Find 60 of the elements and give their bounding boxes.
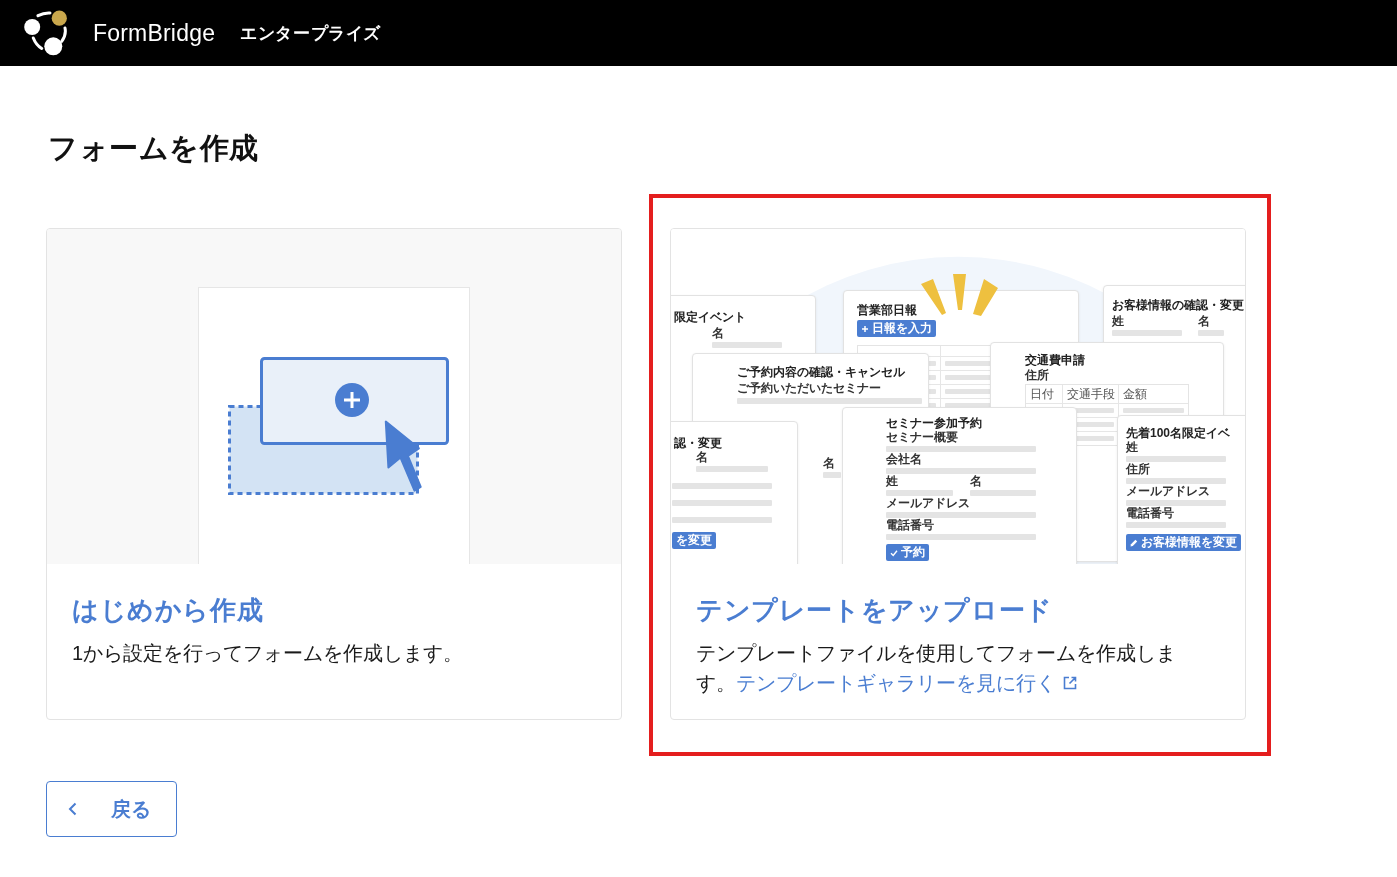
cell-placeholder bbox=[1123, 408, 1184, 413]
field-label: 電話番号 bbox=[1126, 507, 1174, 520]
option-card[interactable] bbox=[670, 228, 1246, 720]
form-button: お客様情報を変更 bbox=[1126, 534, 1241, 551]
input-field bbox=[886, 490, 953, 496]
mockup-title: 認・変更 bbox=[674, 436, 722, 450]
option-title: はじめから作成 bbox=[72, 594, 264, 627]
input-field bbox=[712, 342, 782, 348]
option-description: 1から設定を行ってフォームを作成します。 bbox=[72, 641, 465, 666]
field-label: 姓 bbox=[886, 475, 898, 488]
option-title: テンプレートをアップロード bbox=[696, 594, 1053, 627]
field-label: セミナー概要 bbox=[886, 431, 958, 444]
column-header: 金額 bbox=[1123, 387, 1147, 401]
mockup-title: 先着100名限定イベ bbox=[1126, 426, 1231, 440]
column-header: 交通手段 bbox=[1067, 387, 1115, 401]
field-label: 名 bbox=[712, 327, 724, 340]
input-field bbox=[969, 490, 1036, 496]
field-label: 名 bbox=[969, 475, 982, 488]
input-field bbox=[1112, 330, 1182, 336]
plus-icon bbox=[861, 324, 869, 333]
field-label: 名 bbox=[696, 451, 708, 464]
field-label: 姓 bbox=[1112, 315, 1124, 328]
mockup-title: 限定イベント bbox=[674, 310, 746, 324]
option-card[interactable]: はじめから作成 1から設定を行ってフォームを作成します。 bbox=[46, 228, 622, 720]
input-field bbox=[823, 472, 841, 478]
field-label: 姓 bbox=[1126, 441, 1138, 454]
input-field bbox=[1198, 330, 1224, 336]
field-label: 電話番号 bbox=[886, 519, 934, 532]
gallery-link[interactable]: テンプレートギャラリーを見に行く bbox=[736, 672, 1078, 694]
edition-label: エンタープライズ bbox=[240, 22, 381, 45]
pencil-icon bbox=[1130, 538, 1138, 547]
field-label: ご予約いただいたセミナー bbox=[737, 382, 881, 395]
field-label: メールアドレス bbox=[886, 497, 970, 510]
field-label: 住所 bbox=[1126, 463, 1150, 476]
field-label: 会社名 bbox=[886, 453, 922, 466]
back-button[interactable]: 戻る bbox=[46, 781, 177, 837]
chevron-left-icon bbox=[68, 802, 77, 816]
mockup-title: 交通費申請 bbox=[1025, 353, 1085, 367]
field-label: 名 bbox=[823, 457, 835, 470]
mockup-title: セミナー参加予約 bbox=[886, 416, 982, 430]
mockup-title: ご予約内容の確認・キャンセル bbox=[737, 365, 905, 379]
form-button: を変更 bbox=[672, 532, 716, 549]
burst-icon bbox=[921, 273, 999, 317]
input-field bbox=[696, 466, 768, 472]
column-header: 日付 bbox=[1030, 387, 1054, 401]
form-button: 予約 bbox=[886, 544, 929, 561]
option-description: テンプレートファイルを使用してフォームを作成します。テンプレートギャラリーを見に行く bbox=[696, 641, 1177, 696]
form-button: 日報を入力 bbox=[857, 320, 936, 337]
brand-name: FormBridge bbox=[93, 19, 216, 47]
field-label: 住所 bbox=[1025, 369, 1049, 382]
page-title: フォームを作成 bbox=[48, 131, 259, 166]
logo-icon[interactable] bbox=[24, 10, 68, 56]
mockup-title: 営業部日報 bbox=[857, 303, 917, 317]
cursor-icon bbox=[384, 420, 422, 492]
field-label: 名 bbox=[1198, 315, 1210, 328]
external-link-icon bbox=[1062, 675, 1078, 691]
plus-icon bbox=[335, 383, 369, 417]
field-label: メールアドレス bbox=[1126, 485, 1210, 498]
check-icon bbox=[890, 548, 898, 557]
mockup-title: お客様情報の確認・変更 bbox=[1112, 298, 1244, 312]
